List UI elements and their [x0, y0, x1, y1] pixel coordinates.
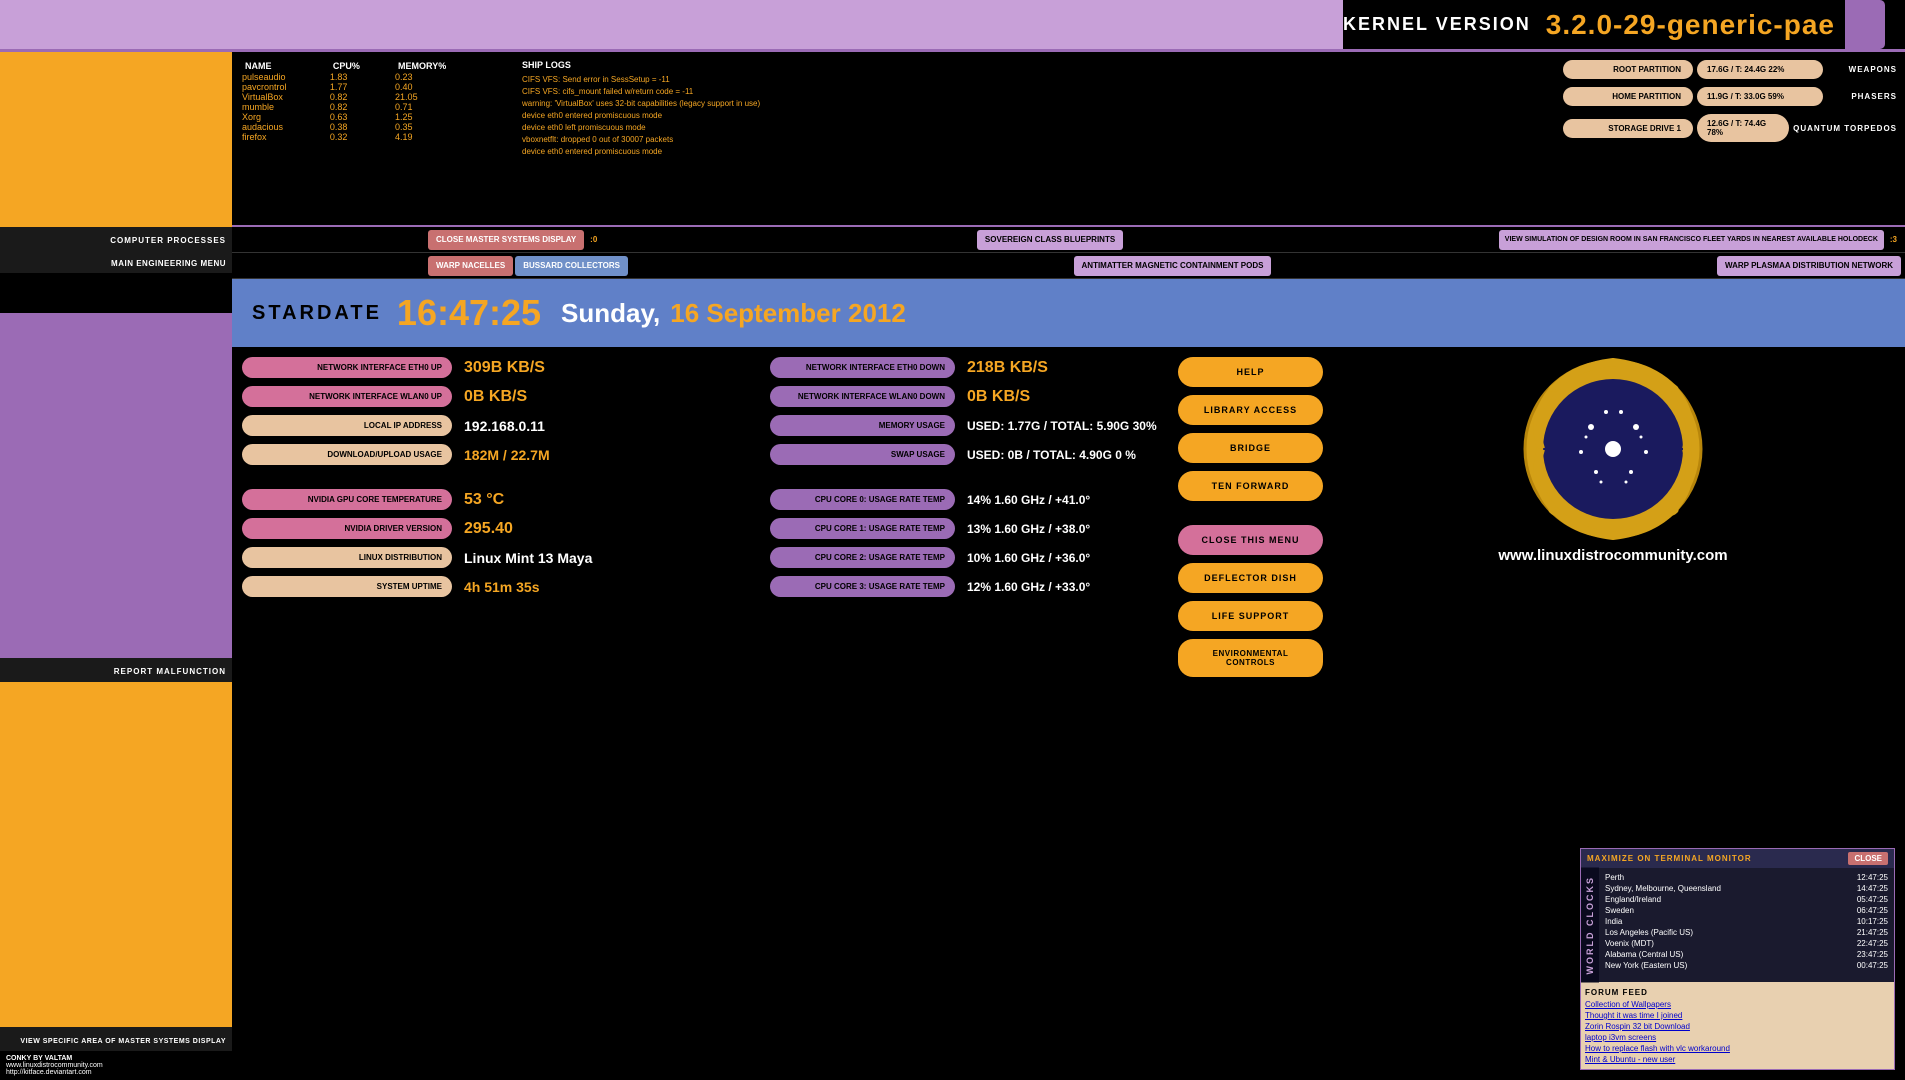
table-row: audacious0.380.35 [242, 122, 502, 132]
env-controls-btn[interactable]: ENVIRONMENTAL CONTROLS [1178, 639, 1323, 677]
list-item: Sydney, Melbourne, Queensland14:47:25 [1603, 883, 1890, 894]
list-item: India10:17:25 [1603, 916, 1890, 927]
list-item: Sweden06:47:25 [1603, 905, 1890, 916]
simulation-btn[interactable]: VIEW SIMULATION OF DESIGN ROOM IN SAN FR… [1499, 230, 1884, 250]
forum-feed: FORUM FEED Collection of WallpapersThoug… [1581, 982, 1894, 1069]
starfleet-logo [1521, 357, 1706, 542]
world-clocks-panel: MAXIMIZE ON TERMINAL MONITOR CLOSE WORLD… [1580, 848, 1895, 1071]
list-item: CIFS VFS: Send error in SessSetup = -11 [522, 74, 1545, 86]
library-btn[interactable]: LIBRARY ACCESS [1178, 395, 1323, 425]
list-item: vboxnetflt: dropped 0 out of 30007 packe… [522, 134, 1545, 146]
cpu-core0-row: CPU CORE 0: USAGE RATE TEMP 14% 1.60 GHz… [770, 489, 1170, 510]
gpu-driver-row: NVIDIA DRIVER VERSION 295.40 [242, 518, 762, 539]
uptime-row: SYSTEM UPTIME 4h 51m 35s [242, 576, 762, 597]
kernel-label: KERNEL VERSION [1343, 14, 1531, 35]
table-row: Xorg0.631.25 [242, 112, 502, 122]
list-item[interactable]: How to replace flash with vlc workaround [1585, 1043, 1890, 1054]
list-item: Perth12:47:25 [1603, 872, 1890, 883]
gpu-temp-row: NVIDIA GPU CORE TEMPERATURE 53 °C [242, 489, 762, 510]
left-info-panel: NETWORK INTERFACE ETH0 UP 309B KB/S NETW… [242, 357, 762, 1070]
distro-row: LINUX DISTRIBUTION Linux Mint 13 Maya [242, 547, 762, 568]
center-info-panel: NETWORK INTERFACE ETH0 DOWN 218B KB/S NE… [770, 357, 1170, 1070]
life-support-btn[interactable]: LIFE SUPPORT [1178, 601, 1323, 631]
far-right-panel: www.linuxdistrocommunity.com MAXIMIZE ON… [1331, 357, 1895, 1070]
sidebar-top-orange [0, 52, 232, 227]
sidebar-purple [0, 313, 232, 658]
wc-cities: Perth12:47:25Sydney, Melbourne, Queensla… [1599, 868, 1894, 983]
wc-close-btn[interactable]: CLOSE [1848, 852, 1888, 865]
list-item[interactable]: Thought it was time I joined [1585, 1010, 1890, 1021]
top-bar-left [0, 0, 1343, 49]
cpu-core2-row: CPU CORE 2: USAGE RATE TEMP 10% 1.60 GHz… [770, 547, 1170, 568]
memory-row: MEMORY USAGE USED: 1.77G / TOTAL: 5.90G … [770, 415, 1170, 436]
list-item: New York (Eastern US)00:47:25 [1603, 960, 1890, 971]
list-item[interactable]: Zorin Rospin 32 bit Download [1585, 1021, 1890, 1032]
table-row: pulseaudio1.830.23 [242, 72, 502, 82]
wc-header: MAXIMIZE ON TERMINAL MONITOR CLOSE [1581, 849, 1894, 868]
warp-nacelles-btn[interactable]: WARP NACELLES [428, 256, 513, 276]
left-sidebar: COMPUTER PROCESSES MAIN ENGINEERING MENU… [0, 52, 232, 1080]
list-item[interactable]: Mint & Ubuntu - new user [1585, 1054, 1890, 1065]
main-engineering-menu-label[interactable]: MAIN ENGINEERING MENU [0, 251, 232, 273]
list-item: warning: 'VirtualBox' uses 32-bit capabi… [522, 98, 1545, 110]
cpu-core3-row: CPU CORE 3: USAGE RATE TEMP 12% 1.60 GHz… [770, 576, 1170, 597]
report-malfunction-label[interactable]: REPORT MALFUNCTION [0, 658, 232, 682]
list-item: CIFS VFS: cifs_mount failed w/return cod… [522, 86, 1545, 98]
wlan0-up-row: NETWORK INTERFACE WLAN0 UP 0B KB/S [242, 386, 762, 407]
list-item: Los Angeles (Pacific US)21:47:25 [1603, 927, 1890, 938]
website-url: www.linuxdistrocommunity.com [1498, 547, 1727, 564]
view-specific-label[interactable]: VIEW SPECIFIC AREA OF MASTER SYSTEMS DIS… [0, 1027, 232, 1051]
eth0-up-row: NETWORK INTERFACE ETH0 UP 309B KB/S [242, 357, 762, 378]
local-ip-row: LOCAL IP ADDRESS 192.168.0.11 [242, 415, 762, 436]
weapons-panel: ROOT PARTITION 17.6G / T: 24.4G 22% WEAP… [1555, 52, 1905, 225]
blueprints-btn[interactable]: SOVEREIGN CLASS BLUEPRINTS [977, 230, 1123, 250]
action-panel: HELP LIBRARY ACCESS BRIDGE TEN FORWARD C… [1178, 357, 1323, 1070]
bridge-btn[interactable]: BRIDGE [1178, 433, 1323, 463]
sidebar-lower-orange [0, 682, 232, 1027]
process-table: NAME CPU% MEMORY% pulseaudio1.830.23pavc… [232, 52, 512, 225]
eth0-down-row: NETWORK INTERFACE ETH0 DOWN 218B KB/S [770, 357, 1170, 378]
cpu-core1-row: CPU CORE 1: USAGE RATE TEMP 13% 1.60 GHz… [770, 518, 1170, 539]
antimatter-btn[interactable]: ANTIMATTER MAGNETIC CONTAINMENT PODS [1074, 256, 1272, 276]
top-bar: KERNEL VERSION 3.2.0-29-generic-pae [0, 0, 1905, 52]
close-master-btn[interactable]: CLOSE MASTER SYSTEMS DISPLAY [428, 230, 584, 250]
list-item: device eth0 entered promiscuous mode [522, 110, 1545, 122]
table-row: firefox0.324.19 [242, 132, 502, 142]
table-row: VirtualBox0.8221.05 [242, 92, 502, 102]
swap-row: SWAP USAGE USED: 0B / TOTAL: 4.90G 0 % [770, 444, 1170, 465]
table-row: mumble0.820.71 [242, 102, 502, 112]
ten-forward-btn[interactable]: TEN FORWARD [1178, 471, 1323, 501]
list-item: device eth0 left promiscuous mode [522, 122, 1545, 134]
list-item: Alabama (Central US)23:47:25 [1603, 949, 1890, 960]
conky-info: CONKY BY VALTAM www.linuxdistrocommunity… [0, 1051, 232, 1080]
stardate-bar: STARDATE 16:47:25 Sunday, 16 September 2… [232, 279, 1905, 347]
list-item[interactable]: laptop i3vm screens [1585, 1032, 1890, 1043]
download-row: DOWNLOAD/UPLOAD USAGE 182M / 22.7M [242, 444, 762, 465]
kernel-version: 3.2.0-29-generic-pae [1546, 9, 1835, 41]
help-btn[interactable]: HELP [1178, 357, 1323, 387]
close-menu-btn[interactable]: CLOSE THIS MENU [1178, 525, 1323, 555]
list-item: device eth0 entered promiscuous mode [522, 146, 1545, 158]
list-item: England/Ireland05:47:25 [1603, 894, 1890, 905]
navbar-2: WARP NACELLES BUSSARD COLLECTORS ANTIMAT… [232, 253, 1905, 279]
bussard-btn[interactable]: BUSSARD COLLECTORS [515, 256, 628, 276]
deflector-btn[interactable]: DEFLECTOR DISH [1178, 563, 1323, 593]
computer-processes-label: COMPUTER PROCESSES [0, 227, 232, 251]
list-item: Voenix (MDT)22:47:25 [1603, 938, 1890, 949]
warp-plasma-btn[interactable]: WARP PLASMAA DISTRIBUTION NETWORK [1717, 256, 1901, 276]
table-row: pavcrontrol1.770.40 [242, 82, 502, 92]
navbar-1: CLOSE MASTER SYSTEMS DISPLAY :0 SOVEREIG… [232, 227, 1905, 253]
wlan0-down-row: NETWORK INTERFACE WLAN0 DOWN 0B KB/S [770, 386, 1170, 407]
ship-logs: SHIP LOGS CIFS VFS: Send error in SessSe… [512, 52, 1555, 225]
list-item[interactable]: Collection of Wallpapers [1585, 999, 1890, 1010]
wc-content: WORLD CLOCKS Perth12:47:25Sydney, Melbou… [1581, 868, 1894, 983]
